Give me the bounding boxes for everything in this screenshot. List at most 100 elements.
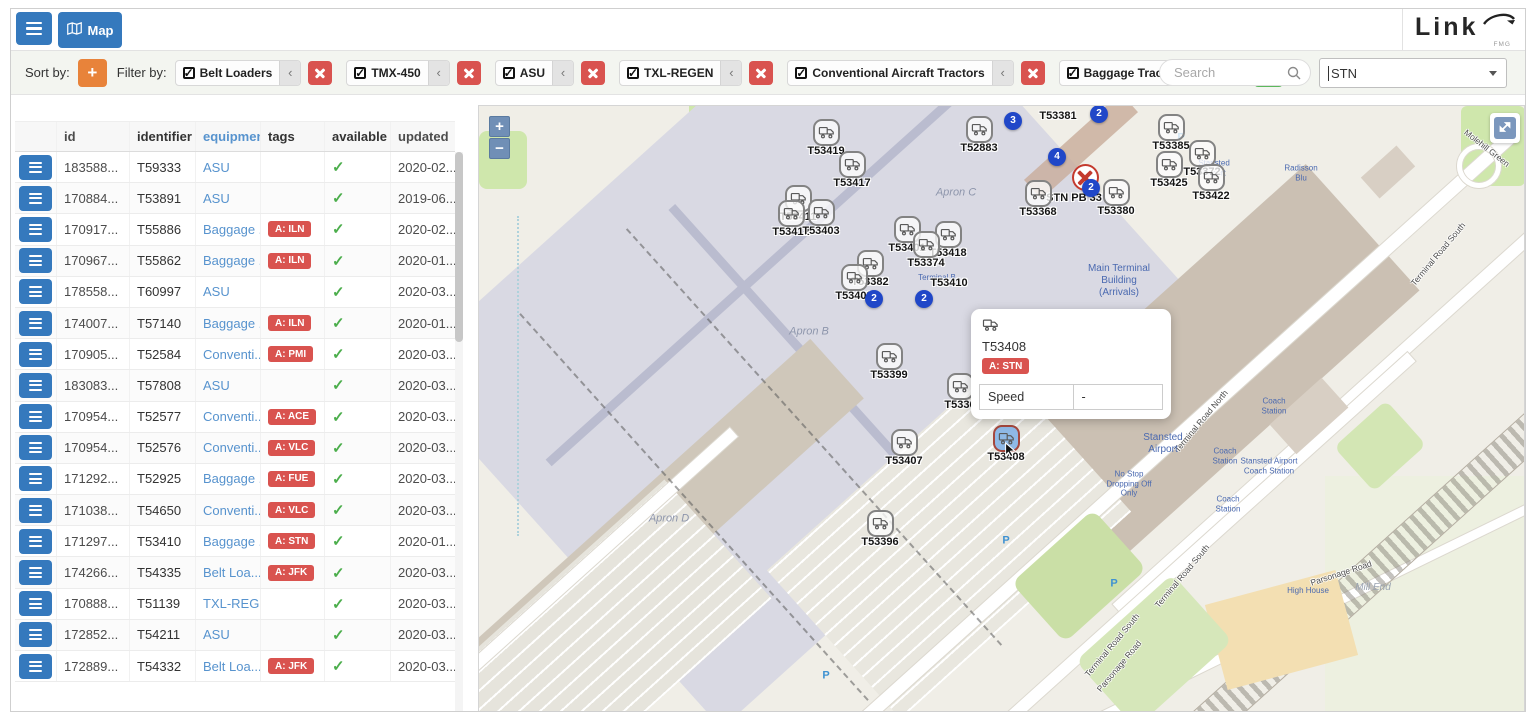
row-menu-button[interactable] xyxy=(19,560,52,585)
checkbox-checked-icon[interactable]: ✓ xyxy=(795,67,807,79)
table-row[interactable]: 183083...T57808ASU✓2020-03... xyxy=(15,370,455,401)
table-header-available[interactable]: available xyxy=(325,122,391,151)
row-menu-button[interactable] xyxy=(19,279,52,304)
table-header-identifier[interactable]: identifier xyxy=(130,122,196,151)
cell-equipment-link[interactable]: Belt Loa... xyxy=(196,651,261,681)
row-menu-button[interactable] xyxy=(19,591,52,616)
row-menu-button[interactable] xyxy=(19,186,52,211)
table-header-id[interactable]: id xyxy=(57,122,130,151)
cell-equipment-link[interactable]: ASU xyxy=(196,152,261,182)
table-row[interactable]: 178558...T60997ASU✓2020-03... xyxy=(15,277,455,308)
vehicle-marker[interactable] xyxy=(1025,180,1052,207)
zoom-in-button[interactable]: + xyxy=(489,116,510,137)
table-row[interactable]: 170954...T52577Conventi...A: ACE✓2020-03… xyxy=(15,402,455,433)
table-row[interactable]: 170888...T51139TXL-REG...✓2020-03... xyxy=(15,589,455,620)
vehicle-marker[interactable] xyxy=(813,119,840,146)
vehicle-marker[interactable] xyxy=(841,264,868,291)
table-row[interactable]: 174007...T57140Baggage ...A: ILN✓2020-01… xyxy=(15,308,455,339)
tab-map[interactable]: Map xyxy=(58,12,122,48)
expand-map-button[interactable] xyxy=(1494,117,1516,139)
vehicle-marker[interactable] xyxy=(876,343,903,370)
row-menu-button[interactable] xyxy=(19,654,52,679)
cell-equipment-link[interactable]: ASU xyxy=(196,277,261,307)
vehicle-marker[interactable] xyxy=(867,510,894,537)
main-menu-button[interactable] xyxy=(16,12,52,45)
table-row[interactable]: 183588...T59333ASU✓2020-02... xyxy=(15,152,455,183)
cell-equipment-link[interactable]: Baggage ... xyxy=(196,464,261,494)
checkbox-checked-icon[interactable]: ✓ xyxy=(183,67,195,79)
vehicle-marker[interactable] xyxy=(913,231,940,258)
vehicle-marker[interactable] xyxy=(947,373,974,400)
row-menu-button[interactable] xyxy=(19,529,52,554)
table-row[interactable]: 172852...T54211ASU✓2020-03... xyxy=(15,620,455,651)
cell-equipment-link[interactable]: Conventi... xyxy=(196,339,261,369)
map-canvas[interactable]: T53408 A: STN Speed - + − Apron CApron B… xyxy=(478,105,1525,712)
vehicle-marker[interactable] xyxy=(891,429,918,456)
zoom-out-button[interactable]: − xyxy=(489,138,510,159)
cell-equipment-link[interactable]: TXL-REG... xyxy=(196,589,261,619)
chevron-left-icon[interactable]: ‹ xyxy=(428,61,449,85)
row-menu-button[interactable] xyxy=(19,622,52,647)
cluster-marker[interactable]: 2 xyxy=(865,290,883,308)
table-header-updated[interactable]: updated xyxy=(391,122,455,151)
table-row[interactable]: 171292...T52925Baggage ...A: FUE✓2020-03… xyxy=(15,464,455,495)
chevron-left-icon[interactable]: ‹ xyxy=(720,61,741,85)
checkbox-checked-icon[interactable]: ✓ xyxy=(503,67,515,79)
filter-chip-conventional-aircraft-tractors[interactable]: ✓Conventional Aircraft Tractors‹ xyxy=(787,60,1013,86)
vehicle-marker[interactable] xyxy=(1103,179,1130,206)
add-sort-button[interactable]: + xyxy=(78,59,107,87)
vehicle-marker[interactable] xyxy=(839,151,866,178)
row-menu-button[interactable] xyxy=(19,435,52,460)
vehicle-marker[interactable] xyxy=(1198,164,1225,191)
table-header-equipment[interactable]: equipment xyxy=(196,122,261,151)
cell-equipment-link[interactable]: Baggage ... xyxy=(196,526,261,556)
chevron-left-icon[interactable]: ‹ xyxy=(552,61,573,85)
table-row[interactable]: 171038...T54650Conventi...A: VLC✓2020-03… xyxy=(15,495,455,526)
remove-filter-button[interactable] xyxy=(308,61,332,85)
cluster-marker[interactable]: 2 xyxy=(915,290,933,308)
region-dropdown[interactable]: STN xyxy=(1319,58,1507,88)
cell-equipment-link[interactable]: ASU xyxy=(196,370,261,400)
cluster-marker[interactable]: 2 xyxy=(1082,179,1100,197)
checkbox-checked-icon[interactable]: ✓ xyxy=(354,67,366,79)
row-menu-button[interactable] xyxy=(19,248,52,273)
vehicle-marker[interactable] xyxy=(1189,140,1216,167)
checkbox-checked-icon[interactable]: ✓ xyxy=(1067,67,1079,79)
vehicle-marker[interactable] xyxy=(966,116,993,143)
filter-chip-belt-loaders[interactable]: ✓Belt Loaders‹ xyxy=(175,60,302,86)
cluster-marker[interactable]: 4 xyxy=(1048,148,1066,166)
row-menu-button[interactable] xyxy=(19,404,52,429)
cell-equipment-link[interactable]: Conventi... xyxy=(196,402,261,432)
cell-equipment-link[interactable]: Belt Loa... xyxy=(196,557,261,587)
row-menu-button[interactable] xyxy=(19,311,52,336)
table-row[interactable]: 170954...T52576Conventi...A: VLC✓2020-03… xyxy=(15,433,455,464)
remove-filter-button[interactable] xyxy=(749,61,773,85)
remove-filter-button[interactable] xyxy=(581,61,605,85)
cluster-marker[interactable]: 2 xyxy=(1090,105,1108,123)
filter-chip-tmx-450[interactable]: ✓TMX-450‹ xyxy=(346,60,449,86)
table-row[interactable]: 174266...T54335Belt Loa...A: JFK✓2020-03… xyxy=(15,557,455,588)
row-menu-button[interactable] xyxy=(19,466,52,491)
filter-chip-txl-regen[interactable]: ✓TXL-REGEN‹ xyxy=(619,60,742,86)
checkbox-checked-icon[interactable]: ✓ xyxy=(627,67,639,79)
table-row[interactable]: 170917...T55886Baggage ...A: ILN✓2020-02… xyxy=(15,214,455,245)
table-row[interactable]: 171297...T53410Baggage ...A: STN✓2020-01… xyxy=(15,526,455,557)
chevron-left-icon[interactable]: ‹ xyxy=(992,61,1013,85)
row-menu-button[interactable] xyxy=(19,155,52,180)
cell-equipment-link[interactable]: ASU xyxy=(196,620,261,650)
cell-equipment-link[interactable]: Baggage ... xyxy=(196,214,261,244)
row-menu-button[interactable] xyxy=(19,498,52,523)
table-row[interactable]: 170967...T55862Baggage ...A: ILN✓2020-01… xyxy=(15,246,455,277)
table-row[interactable]: 172889...T54332Belt Loa...A: JFK✓2020-03… xyxy=(15,651,455,682)
vehicle-marker[interactable] xyxy=(808,199,835,226)
vehicle-marker[interactable] xyxy=(778,200,805,227)
filter-chip-asu[interactable]: ✓ASU‹ xyxy=(495,60,574,86)
table-scrollbar-thumb[interactable] xyxy=(455,152,463,342)
chevron-left-icon[interactable]: ‹ xyxy=(279,61,300,85)
cell-equipment-link[interactable]: Baggage ... xyxy=(196,308,261,338)
search-input[interactable] xyxy=(1172,61,1282,84)
cell-equipment-link[interactable]: Conventi... xyxy=(196,495,261,525)
row-menu-button[interactable] xyxy=(19,342,52,367)
cell-equipment-link[interactable]: Conventi... xyxy=(196,433,261,463)
vehicle-marker[interactable] xyxy=(1156,151,1183,178)
